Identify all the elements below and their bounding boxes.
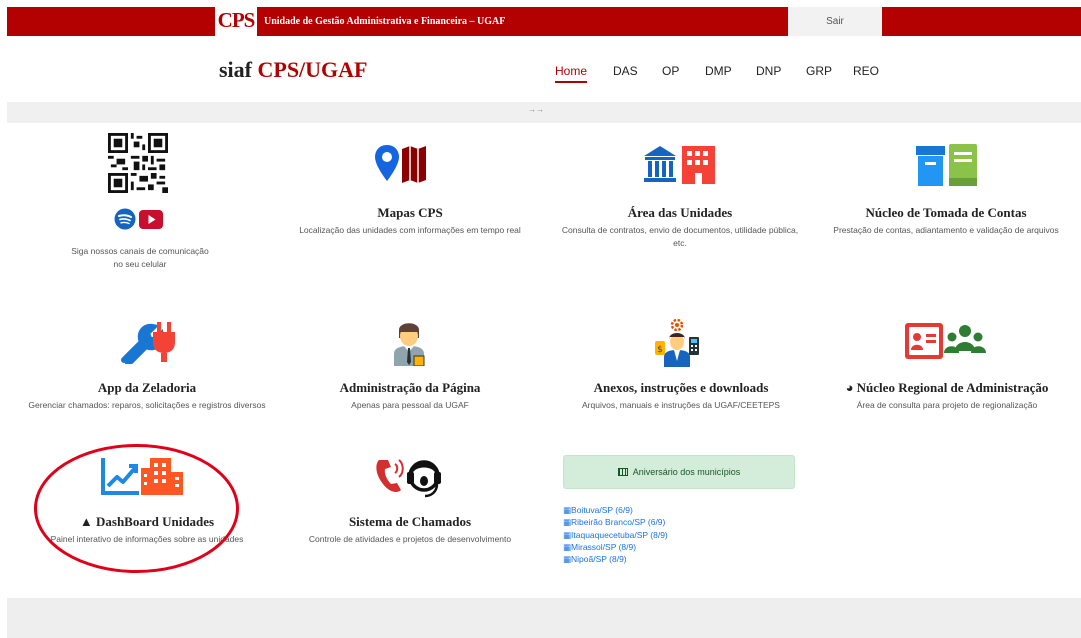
logout-button[interactable]: Sair (788, 7, 882, 36)
card-title: Anexos, instruções e downloads (593, 380, 769, 395)
card-description: Painel interativo de informações sobre a… (50, 534, 244, 544)
card-title-text: DashBoard Unidades (96, 514, 215, 529)
card-title: Área das Unidades (627, 205, 733, 220)
nav-das[interactable]: DAS (613, 64, 638, 78)
card-description: Área de consulta para projeto de regiona… (856, 400, 1038, 410)
archive-icon[interactable] (916, 144, 978, 186)
top-bar-title: Unidade de Gestão Administrativa e Finan… (264, 16, 506, 27)
card-description: Controle de atividades e projetos de des… (308, 534, 512, 544)
card-area-unidades[interactable]: Área das Unidades Consulta de contratos,… (560, 205, 800, 250)
cps-logo[interactable]: CPS (215, 7, 257, 36)
qr-code-icon[interactable] (108, 133, 168, 193)
card-anexos-downloads[interactable]: Anexos, instruções e downloads Arquivos,… (556, 380, 806, 412)
youtube-icon[interactable] (139, 210, 163, 229)
card-nucleo-regional[interactable]: ◕ Núcleo Regional de Administração Área … (818, 380, 1076, 412)
top-bar: CPS Unidade de Gestão Administrativa e F… (7, 7, 1081, 36)
institution-icon[interactable] (642, 142, 718, 186)
card-title: Mapas CPS (377, 205, 443, 220)
nav-home[interactable]: Home (555, 64, 588, 83)
card-description: Gerenciar chamados: reparos, solicitaçõe… (28, 400, 266, 410)
calendar-icon: ▦ (563, 541, 572, 552)
social-line-2: no seu celular (113, 259, 167, 270)
map-marker-icon[interactable] (375, 143, 433, 187)
manager-settings-icon[interactable]: $ (654, 319, 700, 367)
spotify-icon[interactable] (114, 208, 136, 230)
card-description: Arquivos, manuais e instruções da UGAF/C… (582, 400, 780, 410)
aniversario-list: ▦Boituva/SP (6/9) ▦Ribeirão Branco/SP (6… (563, 504, 668, 565)
card-title: App da Zeladoria (97, 380, 197, 395)
card-description: Prestação de contas, adiantamento e vali… (833, 225, 1059, 235)
id-card-users-icon[interactable] (905, 323, 987, 361)
card-description: Apenas para pessoal da UGAF (351, 400, 469, 410)
aniversario-link[interactable]: ▦Boituva/SP (6/9) (563, 504, 668, 516)
arrows-icon: →→ (528, 105, 544, 114)
calendar-icon: ▦ (563, 517, 572, 528)
card-title: Núcleo de Tomada de Contas (865, 205, 1027, 220)
aniversario-link[interactable]: ▦Itaquaquecetuba/SP (8/9) (563, 529, 668, 541)
card-title: Sistema de Chamados (348, 514, 472, 529)
nav-reo[interactable]: REO (853, 64, 879, 78)
nav-dnp[interactable]: DNP (756, 64, 781, 78)
brand-title: siaf CPS/UGAF (219, 57, 368, 83)
brand-name: CPS/UGAF (257, 57, 368, 82)
headset-phone-icon[interactable] (373, 452, 443, 498)
aniversario-panel[interactable]: Aniversário dos municípios (563, 455, 795, 489)
nav-op[interactable]: OP (662, 64, 679, 78)
card-title: ▲ DashBoard Unidades (22, 514, 272, 530)
calendar-icon: ▦ (563, 554, 572, 565)
pie-chart-icon: ◕ (845, 380, 854, 395)
aniversario-link[interactable]: ▦Nipoã/SP (8/9) (563, 553, 668, 565)
card-title: ◕ Núcleo Regional de Administração (818, 380, 1076, 396)
calendar-icon: ▦ (563, 529, 572, 540)
social-channels-text: Siga nossos canais de comunicação no seu… (48, 242, 232, 271)
card-tomada-contas[interactable]: Núcleo de Tomada de Contas Prestação de … (826, 205, 1066, 237)
chart-building-icon[interactable] (101, 456, 185, 496)
card-administracao-pagina[interactable]: Administração da Página Apenas para pess… (290, 380, 530, 412)
admin-person-icon[interactable] (392, 318, 426, 366)
card-description: Localização das unidades com informações… (299, 225, 521, 235)
card-title-text: Núcleo Regional de Administração (856, 380, 1049, 395)
calendar-icon: ▦ (563, 505, 572, 515)
aniversario-label: Aniversário dos municípios (632, 467, 741, 477)
card-sistema-chamados[interactable]: Sistema de Chamados Controle de atividad… (290, 514, 530, 546)
calendar-icon (617, 468, 628, 476)
card-description: Consulta de contratos, envio de document… (561, 225, 799, 249)
footer (7, 598, 1081, 638)
nav-dmp[interactable]: DMP (705, 64, 732, 78)
brand-prefix: siaf (219, 57, 252, 82)
card-mapas-cps[interactable]: Mapas CPS Localização das unidades com i… (290, 205, 530, 237)
card-app-zeladoria[interactable]: App da Zeladoria Gerenciar chamados: rep… (22, 380, 272, 412)
card-title: Administração da Página (339, 380, 481, 395)
svg-text:$: $ (657, 345, 663, 355)
aniversario-link[interactable]: ▦Ribeirão Branco/SP (6/9) (563, 516, 668, 528)
wrench-plug-icon[interactable] (120, 320, 176, 364)
aniversario-link[interactable]: ▦Mirassol/SP (8/9) (563, 541, 668, 553)
area-chart-icon: ▲ (79, 514, 93, 529)
social-line-1: Siga nossos canais de comunicação (71, 246, 209, 256)
nav-grp[interactable]: GRP (806, 64, 832, 78)
collapse-bar[interactable]: →→ (7, 102, 1081, 123)
card-dashboard-unidades[interactable]: ▲ DashBoard Unidades Painel interativo d… (22, 514, 272, 546)
